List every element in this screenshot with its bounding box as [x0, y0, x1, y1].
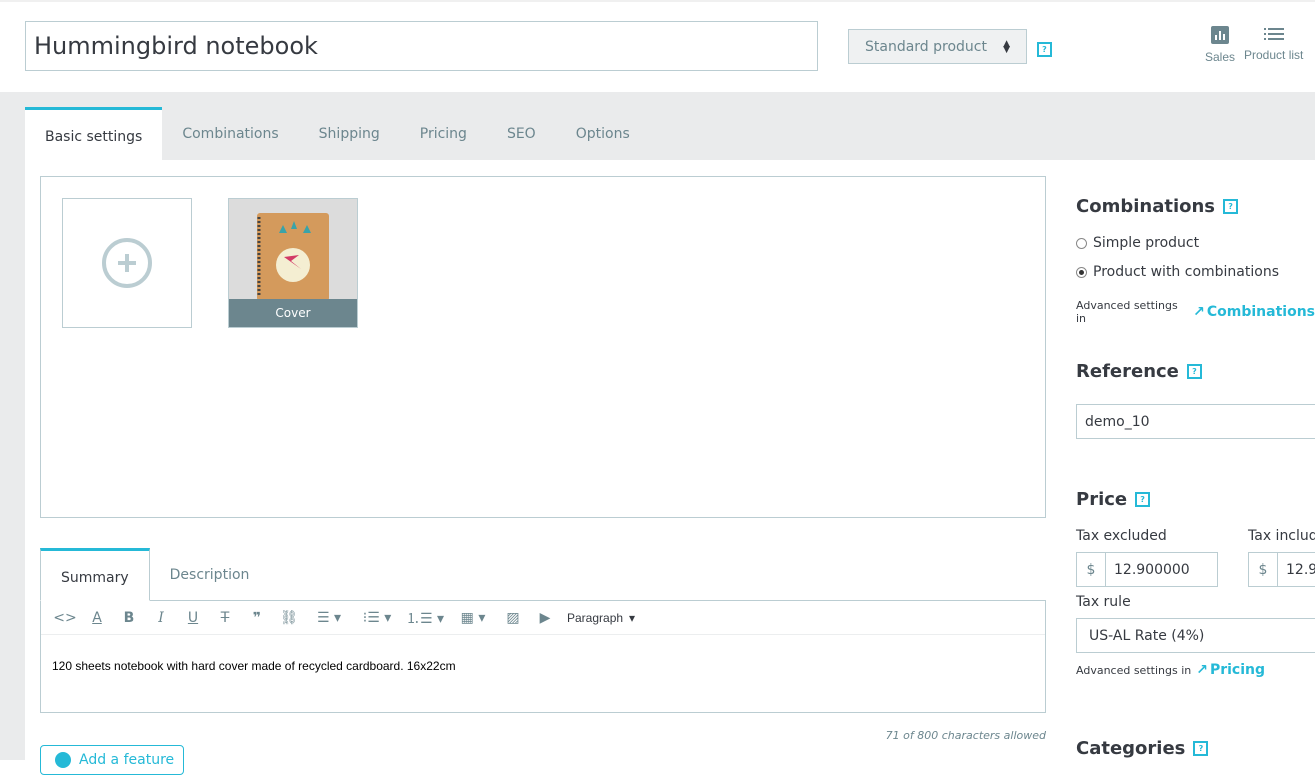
- tab-shipping[interactable]: Shipping: [299, 107, 400, 160]
- paragraph-format-dropdown[interactable]: Paragraph ▾: [561, 611, 641, 625]
- product-type-select[interactable]: Standard product ▲ ▼: [848, 29, 1027, 64]
- tab-combinations[interactable]: Combinations: [162, 107, 298, 160]
- product-list-label: Product list: [1244, 48, 1304, 62]
- tab-pricing[interactable]: Pricing: [400, 107, 487, 160]
- pricing-advanced-settings: Advanced settings in ↗ Pricing: [1076, 662, 1265, 678]
- tax-rule-value: US-AL Rate (4%): [1089, 627, 1205, 644]
- cover-label: Cover: [229, 299, 357, 327]
- paragraph-format-value: Paragraph: [567, 610, 624, 625]
- media-icon[interactable]: ▶: [529, 603, 561, 633]
- radio-simple-product[interactable]: [1076, 237, 1087, 249]
- list-icon: [1263, 28, 1284, 40]
- currency-addon: $: [1249, 553, 1278, 586]
- product-name-input[interactable]: Hummingbird notebook: [25, 21, 818, 71]
- editor-toolbar: <> A B I U T ❞ ⛓ ☰ ▾ ⁝☰ ▾ ⒈☰ ▾ ▦ ▾ ▨ ▶ P…: [41, 601, 1045, 635]
- italic-icon[interactable]: I: [145, 603, 177, 633]
- tax-included-label: Tax includ: [1248, 528, 1315, 544]
- combinations-title: Combinations: [1076, 196, 1216, 217]
- left-gutter: [0, 92, 25, 760]
- text-color-icon[interactable]: A: [81, 603, 113, 633]
- combinations-heading: Combinations ?: [1076, 196, 1239, 217]
- combinations-link[interactable]: ↗ Combinations: [1193, 304, 1315, 320]
- bold-icon[interactable]: B: [113, 603, 145, 633]
- price-tax-included-input[interactable]: $ 12.9: [1248, 552, 1315, 587]
- description-tabs: Summary Description: [40, 548, 269, 601]
- chevron-down-icon: ▾: [629, 610, 636, 625]
- currency-addon: $: [1077, 553, 1106, 586]
- summary-editor[interactable]: <> A B I U T ❞ ⛓ ☰ ▾ ⁝☰ ▾ ⒈☰ ▾ ▦ ▾ ▨ ▶ P…: [40, 600, 1046, 713]
- tax-included-value: 12.9: [1286, 561, 1315, 578]
- reference-value: demo_10: [1085, 413, 1150, 430]
- numbered-list-dropdown-icon[interactable]: ⒈☰ ▾: [401, 603, 449, 633]
- strikethrough-icon[interactable]: T: [209, 603, 241, 633]
- advanced-settings-prefix: Advanced settings in: [1076, 299, 1178, 325]
- tax-rule-select[interactable]: US-AL Rate (4%): [1076, 618, 1315, 653]
- select-arrows-icon: ▲ ▼: [1003, 38, 1010, 55]
- tab-seo[interactable]: SEO: [487, 107, 556, 160]
- combinations-advanced-settings: Advanced settings in ↗ Combinations: [1076, 299, 1315, 325]
- pricing-link[interactable]: ↗ Pricing: [1196, 662, 1265, 678]
- combinations-link-label: Combinations: [1206, 304, 1315, 320]
- underline-icon[interactable]: U: [177, 603, 209, 633]
- product-with-combinations-option[interactable]: Product with combinations: [1076, 264, 1279, 280]
- external-link-icon: ↗: [1196, 662, 1208, 678]
- main-tabs: Basic settings Combinations Shipping Pri…: [25, 107, 650, 160]
- align-dropdown-icon[interactable]: ☰ ▾: [305, 603, 353, 633]
- help-icon[interactable]: ?: [1186, 364, 1202, 379]
- bar-chart-icon: [1211, 26, 1230, 44]
- price-tax-excluded-input[interactable]: $ 12.900000: [1076, 552, 1218, 587]
- image-icon[interactable]: ▨: [497, 603, 529, 633]
- tax-excluded-value: 12.900000: [1114, 561, 1190, 578]
- tab-basic-settings[interactable]: Basic settings: [25, 107, 163, 160]
- quote-icon[interactable]: ❞: [241, 603, 273, 633]
- help-icon[interactable]: ?: [1135, 492, 1151, 507]
- tax-excluded-label: Tax excluded: [1076, 528, 1167, 544]
- price-heading: Price ?: [1076, 489, 1151, 510]
- price-title: Price: [1076, 489, 1128, 510]
- code-icon[interactable]: <>: [49, 603, 81, 633]
- reference-input[interactable]: demo_10: [1076, 404, 1315, 439]
- summary-text[interactable]: 120 sheets notebook with hard cover made…: [41, 635, 1045, 697]
- advanced-settings-prefix: Advanced settings in: [1076, 663, 1192, 677]
- simple-product-option[interactable]: Simple product: [1076, 235, 1199, 251]
- sales-button[interactable]: Sales: [1205, 26, 1235, 64]
- help-icon[interactable]: ?: [1037, 42, 1052, 57]
- help-icon[interactable]: ?: [1193, 741, 1209, 756]
- tab-options[interactable]: Options: [556, 107, 650, 160]
- add-feature-button[interactable]: Add a feature: [40, 745, 184, 775]
- external-link-icon: ↗: [1193, 304, 1205, 320]
- plus-circle-icon: [55, 752, 71, 768]
- tab-description[interactable]: Description: [150, 548, 270, 601]
- add-feature-label: Add a feature: [79, 752, 175, 768]
- categories-heading: Categories ?: [1076, 738, 1209, 759]
- product-type-value: Standard product: [865, 38, 987, 55]
- tab-summary[interactable]: Summary: [40, 548, 150, 601]
- reference-heading: Reference ?: [1076, 361, 1202, 382]
- bullet-list-dropdown-icon[interactable]: ⁝☰ ▾: [353, 603, 401, 633]
- simple-product-label: Simple product: [1093, 235, 1200, 251]
- product-list-button[interactable]: Product list: [1244, 26, 1303, 62]
- cover-image-thumbnail[interactable]: Cover: [228, 198, 358, 328]
- notebook-image: [229, 199, 357, 301]
- product-images-dropzone[interactable]: Cover: [40, 176, 1046, 518]
- link-icon[interactable]: ⛓: [273, 603, 305, 633]
- table-dropdown-icon[interactable]: ▦ ▾: [449, 603, 497, 633]
- product-with-combinations-label: Product with combinations: [1093, 264, 1279, 280]
- radio-product-with-combinations[interactable]: [1076, 266, 1087, 278]
- char-count: 71 of 800 characters allowed: [885, 729, 1046, 742]
- pricing-link-label: Pricing: [1209, 662, 1266, 678]
- reference-title: Reference: [1076, 361, 1179, 382]
- help-icon[interactable]: ?: [1223, 199, 1239, 214]
- plus-circle-icon: [102, 238, 152, 288]
- categories-title: Categories: [1076, 738, 1186, 759]
- tax-rule-label: Tax rule: [1076, 594, 1131, 610]
- sales-label: Sales: [1205, 50, 1236, 64]
- add-image-button[interactable]: [62, 198, 192, 328]
